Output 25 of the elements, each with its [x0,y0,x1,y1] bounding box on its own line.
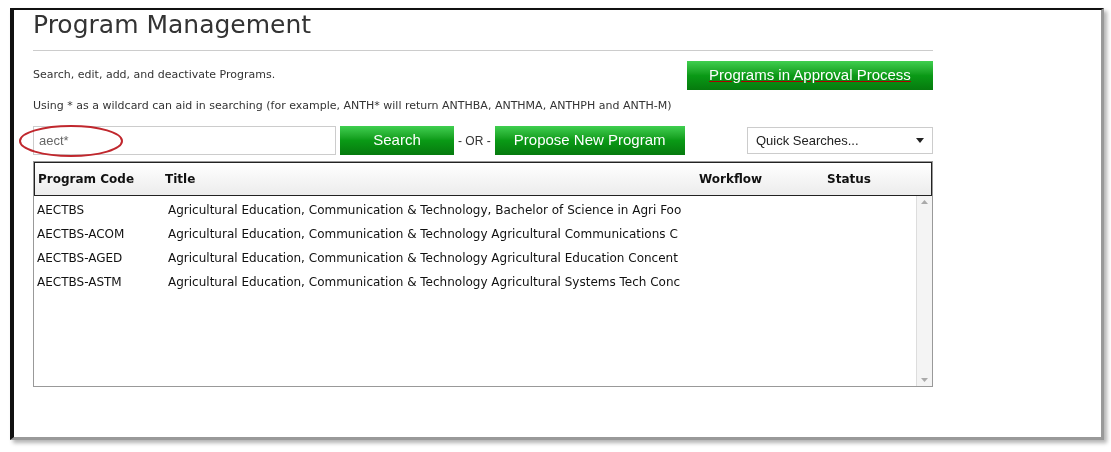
description-text: Search, edit, add, and deactivate Programs. [33,67,276,83]
quick-searches-dropdown[interactable]: Quick Searches... [747,127,933,154]
table-cell-text: Agricultural Education, Communication & Technology, Bachelor of Science in Agri Foo [168,202,682,219]
column-header: Workflow [699,171,764,188]
propose-button[interactable]: Propose New Program [494,126,685,155]
column-header: Status [827,171,871,188]
table-cell-text: Agricultural Education, Communication & Technology Agricultural Systems Tech Conc [168,274,681,291]
or-separator: - OR - [458,132,491,150]
column-header: Program Code [37,171,136,188]
caret-icon [916,138,924,143]
table-cell-text: AECTBS-AGED [36,250,124,267]
table-cell-text: Agricultural Education, Communication & Technology Agricultural Education Concent [168,250,678,267]
scroll-up-icon[interactable] [921,200,928,204]
page-title: Program Management [33,10,312,40]
scrollbar[interactable] [916,196,932,386]
table-cell-text: AECTBS [36,202,86,219]
hint-text: Using * as a wildcard can aid in searching (for example, ANTH* will return ANTHBA, ANTHMA, ANTHPH and ANTH-M) [33,97,672,114]
scroll-down-icon[interactable] [921,378,928,382]
approval-button[interactable]: Programs in Approval Process [687,61,933,90]
table-cell-text: AECTBS-ASTM [36,274,123,291]
search-field[interactable]: aect* [33,126,336,155]
column-header: Title [165,171,197,188]
search-button[interactable]: Search [340,126,454,155]
table-cell-text: Agricultural Education, Communication & Technology Agricultural Communications C [168,226,678,243]
table-cell-text: AECTBS-ACOM [36,226,126,243]
